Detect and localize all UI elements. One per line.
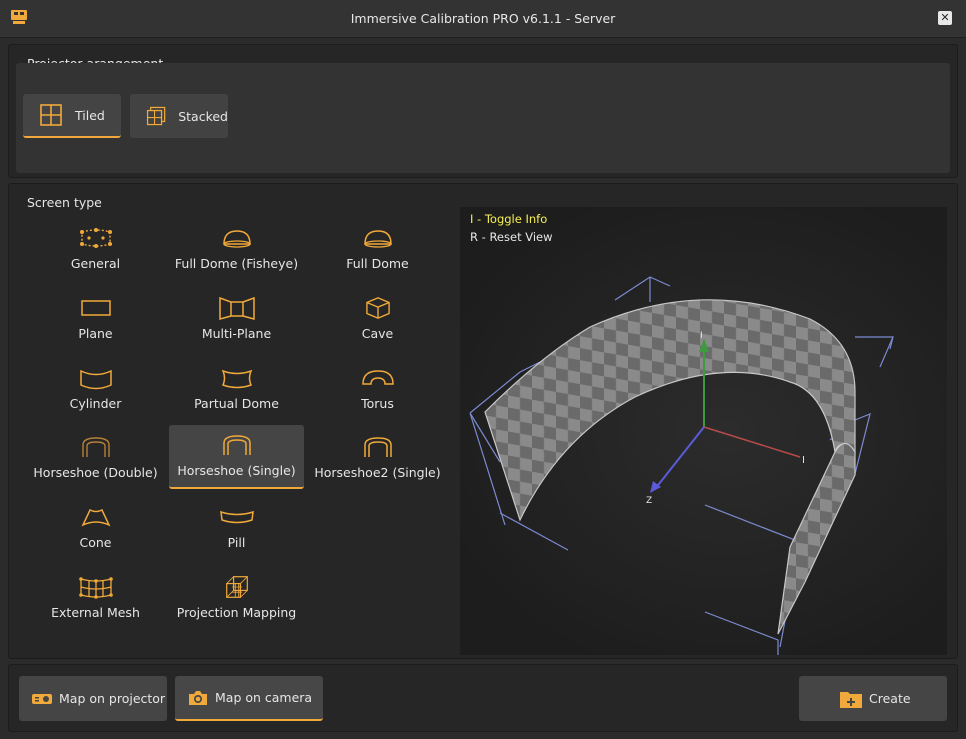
horseshoe-icon xyxy=(222,435,251,455)
create-label: Create xyxy=(869,691,911,706)
projection-mapping-icon xyxy=(225,576,248,598)
screen-type-label: Horseshoe (Double) xyxy=(33,465,158,480)
screen-type-projection-mapping[interactable]: Projection Mapping xyxy=(169,567,304,631)
close-icon[interactable]: ✕ xyxy=(938,11,952,25)
cube-icon xyxy=(365,297,390,319)
screen-type-cave[interactable]: Cave xyxy=(310,288,445,352)
screen-type-label: General xyxy=(70,256,121,271)
screen-type-cone[interactable]: Cone xyxy=(28,497,163,561)
map-on-projector-label: Map on projector xyxy=(59,691,166,706)
axis-x-label: I xyxy=(802,455,805,466)
horseshoe-screen-preview: I I Z xyxy=(469,276,894,655)
dome-icon xyxy=(222,230,251,248)
screen-type-horseshoe2-single[interactable]: Horseshoe2 (Single) xyxy=(310,427,445,491)
screen-type-label: Full Dome xyxy=(346,256,409,271)
camera-icon xyxy=(189,690,207,705)
screen-type-label: Projection Mapping xyxy=(176,605,297,620)
horseshoe-icon xyxy=(363,437,392,457)
screen-type-label: Horseshoe2 (Single) xyxy=(314,465,441,480)
cone-icon xyxy=(80,508,111,527)
tiled-icon xyxy=(40,104,62,126)
map-on-camera-label: Map on camera xyxy=(215,690,313,705)
screen-type-multi-plane[interactable]: Multi-Plane xyxy=(169,288,304,352)
screen-type-label: Cylinder xyxy=(69,396,122,411)
screen-type-label: Partual Dome xyxy=(194,396,279,411)
screen-type-label: Plane xyxy=(78,326,113,341)
screen-type-label: Multi-Plane xyxy=(201,326,272,341)
tiled-button[interactable]: Tiled xyxy=(23,94,121,138)
projector-icon xyxy=(32,693,52,704)
screen-type-external-mesh[interactable]: External Mesh xyxy=(28,567,163,631)
create-button[interactable]: Create xyxy=(799,676,947,721)
screen-type-label: Torus xyxy=(361,396,394,411)
map-on-camera-button[interactable]: Map on camera xyxy=(175,676,323,721)
torus-icon xyxy=(361,370,394,385)
cylinder-icon xyxy=(79,369,112,390)
screen-type-horseshoe-single[interactable]: Horseshoe (Single) xyxy=(169,425,304,489)
screen-type-horseshoe-double[interactable]: Horseshoe (Double) xyxy=(28,427,163,491)
screen-type-label: Cone xyxy=(79,535,112,550)
screen-type-plane[interactable]: Plane xyxy=(28,288,163,352)
dome-icon xyxy=(363,230,392,248)
mesh-grid-icon xyxy=(78,577,113,599)
window-title: Immersive Calibration PRO v6.1.1 - Serve… xyxy=(350,11,616,26)
pill-icon xyxy=(219,510,254,524)
partial-dome-icon xyxy=(221,369,252,389)
axis-y-label: I xyxy=(700,331,703,341)
screen-type-general[interactable]: General xyxy=(28,218,163,282)
stacked-button[interactable]: Stacked xyxy=(130,94,228,138)
screen-type-label: Pill xyxy=(227,535,246,550)
title-bar: Immersive Calibration PRO v6.1.1 - Serve… xyxy=(0,0,966,38)
screen-type-label: Full Dome (Fisheye) xyxy=(174,256,299,271)
screen-type-label: External Mesh xyxy=(51,605,140,620)
axis-z-label: Z xyxy=(646,496,652,506)
3d-viewport[interactable]: I - Toggle Info R - Reset View I I Z xyxy=(460,207,947,655)
stacked-icon xyxy=(146,106,166,126)
plane-icon xyxy=(80,300,111,316)
multi-plane-icon xyxy=(218,296,255,320)
map-on-projector-button[interactable]: Map on projector xyxy=(19,676,167,721)
screen-type-partial-dome[interactable]: Partual Dome xyxy=(169,358,304,422)
screen-type-pill[interactable]: Pill xyxy=(169,497,304,561)
horseshoe-icon xyxy=(81,437,110,457)
general-mesh-icon xyxy=(79,228,112,248)
screen-type-full-dome[interactable]: Full Dome xyxy=(310,218,445,282)
screen-type-label: Cave xyxy=(361,326,394,341)
screen-type-full-dome-fisheye[interactable]: Full Dome (Fisheye) xyxy=(169,218,304,282)
stacked-label: Stacked xyxy=(178,108,228,124)
screen-type-heading: Screen type xyxy=(27,195,102,210)
new-folder-icon xyxy=(840,691,862,708)
screen-type-label: Horseshoe (Single) xyxy=(177,463,296,478)
arrangement-panel: Projector arangement Tiled Stacked xyxy=(8,44,958,178)
tiled-label: Tiled xyxy=(75,107,105,123)
projector-icon xyxy=(11,10,27,24)
screen-type-cylinder[interactable]: Cylinder xyxy=(28,358,163,422)
screen-type-torus[interactable]: Torus xyxy=(310,358,445,422)
